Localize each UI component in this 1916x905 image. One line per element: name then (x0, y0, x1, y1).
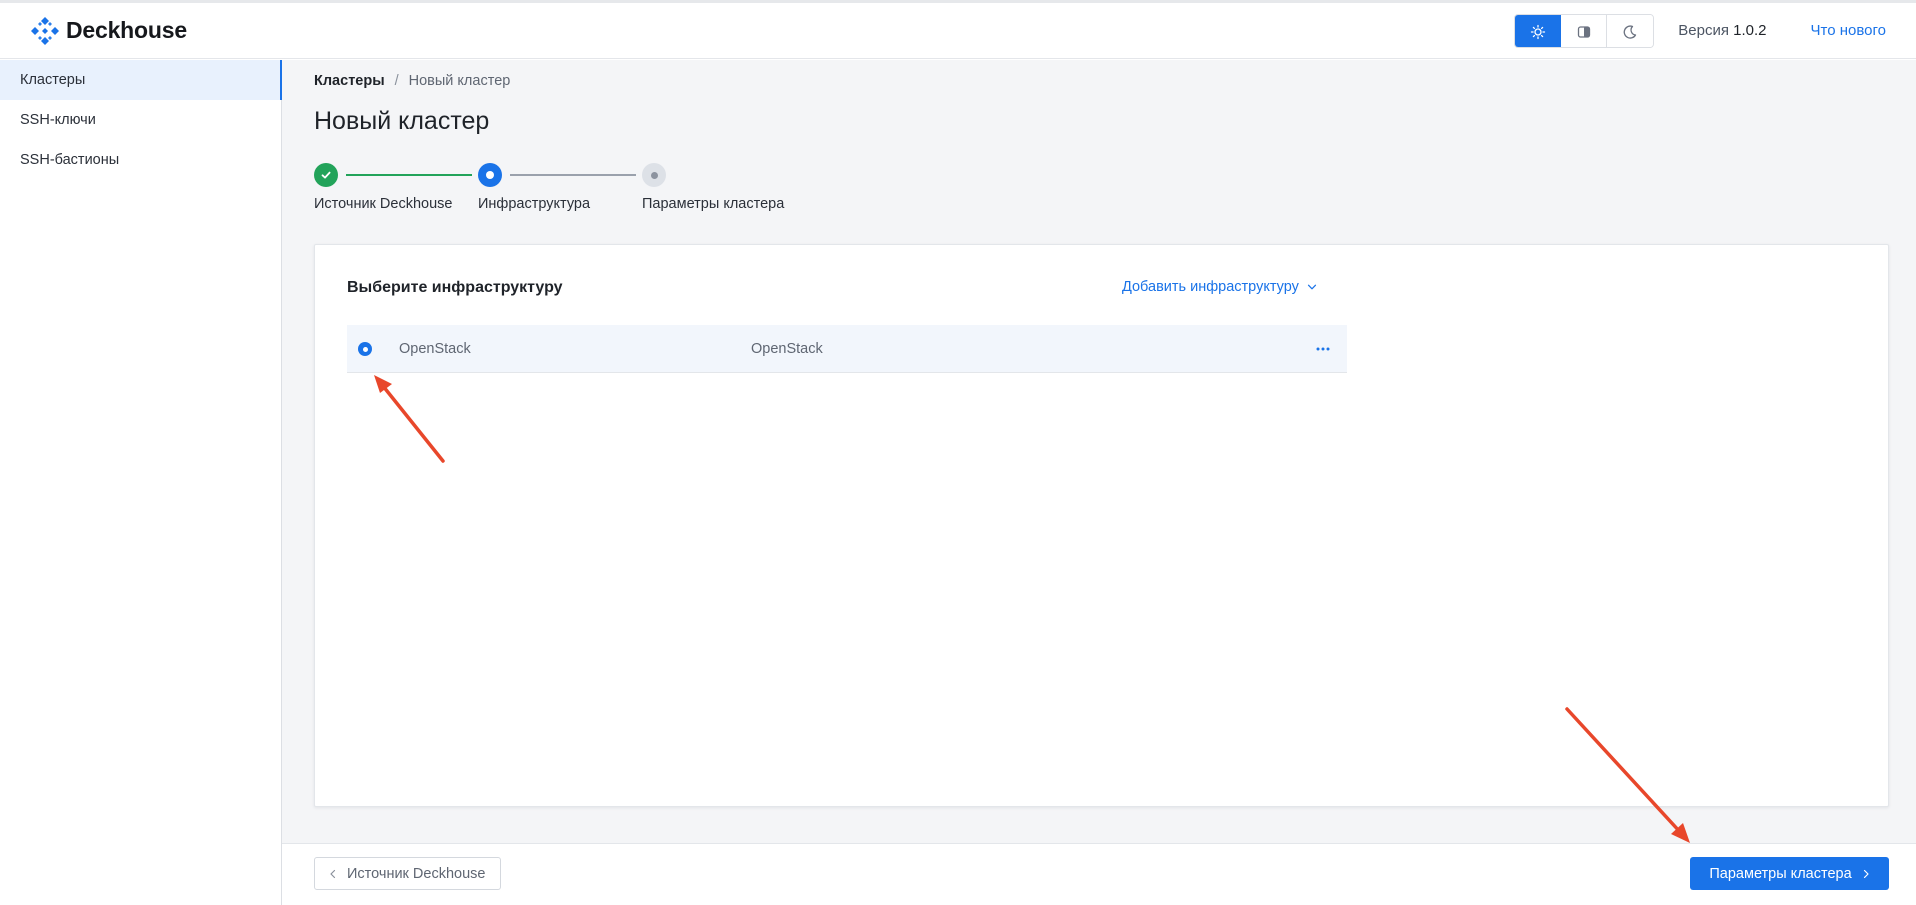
theme-switcher (1514, 13, 1655, 48)
wizard-stepper: Источник Deckhouse Инфраструктура Параме… (314, 163, 914, 223)
page-title: Новый кластер (314, 107, 490, 135)
app-header: Deckhouse Версия 1.0.2 Что нового (0, 3, 1916, 59)
moon-icon (1623, 24, 1637, 39)
breadcrumb: Кластеры / Новый кластер (314, 73, 510, 89)
breadcrumb-separator: / (394, 73, 399, 89)
chevron-down-icon (1307, 284, 1316, 290)
whats-new-link[interactable]: Что нового (1811, 22, 1886, 39)
sidebar-item-clusters[interactable]: Кластеры (0, 60, 282, 100)
app-window: Deckhouse Версия 1.0.2 Что нового Класте… (0, 3, 1916, 905)
breadcrumb-clusters-link[interactable]: Кластеры (314, 73, 385, 89)
sidebar-item-ssh-keys[interactable]: SSH-ключи (0, 100, 281, 140)
more-options-icon[interactable] (1315, 341, 1331, 357)
theme-light-button[interactable] (1515, 14, 1562, 47)
next-button[interactable]: Параметры кластера (1690, 857, 1889, 890)
system-icon (1577, 25, 1590, 38)
add-infrastructure-label: Добавить инфраструктуру (1122, 279, 1299, 295)
sidebar-item-label: SSH-бастионы (20, 152, 120, 168)
version-number: 1.0.2 (1733, 22, 1767, 39)
step-done-check-icon (314, 163, 338, 187)
theme-system-button[interactable] (1561, 14, 1608, 47)
sidebar-item-ssh-bastions[interactable]: SSH-бастионы (0, 140, 281, 180)
chevron-right-icon (1863, 869, 1869, 878)
infrastructure-name: OpenStack (399, 341, 471, 357)
logo[interactable]: Deckhouse (30, 16, 187, 46)
step-connector-done (346, 174, 472, 176)
step-pending-icon (642, 163, 666, 187)
step-label-cluster-params: Параметры кластера (642, 196, 785, 212)
chevron-left-icon (330, 869, 336, 878)
wizard-footer: Источник Deckhouse Параметры кластера (282, 843, 1916, 905)
breadcrumb-current: Новый кластер (408, 73, 511, 89)
brand-name: Deckhouse (66, 17, 187, 43)
sidebar-item-label: SSH-ключи (20, 112, 96, 128)
infrastructure-row[interactable]: OpenStack OpenStack (347, 325, 1347, 373)
step-label-infrastructure: Инфраструктура (478, 196, 591, 212)
sun-icon (1530, 24, 1545, 39)
version-info: Версия 1.0.2 (1678, 22, 1766, 39)
step-connector-pending (510, 174, 636, 176)
version-label: Версия (1678, 22, 1729, 39)
card-title: Выберите инфраструктуру (347, 279, 563, 296)
sidebar-item-label: Кластеры (20, 72, 86, 88)
sidebar: Кластеры SSH-ключи SSH-бастионы (0, 60, 282, 905)
step-current-icon (478, 163, 502, 187)
back-button-label: Источник Deckhouse (347, 865, 486, 882)
theme-dark-button[interactable] (1607, 14, 1654, 47)
step-label-source: Источник Deckhouse (314, 196, 453, 212)
header-actions: Версия 1.0.2 Что нового (1514, 3, 1916, 59)
main-content: Кластеры / Новый кластер Новый кластер И… (282, 60, 1916, 905)
infrastructure-radio[interactable] (358, 342, 372, 356)
deckhouse-logo-icon (31, 16, 59, 45)
infrastructure-provider: OpenStack (751, 341, 823, 357)
back-button[interactable]: Источник Deckhouse (314, 857, 502, 890)
next-button-label: Параметры кластера (1709, 865, 1852, 882)
infrastructure-card: Выберите инфраструктуру Добавить инфраст… (314, 244, 1889, 807)
add-infrastructure-dropdown[interactable]: Добавить инфраструктуру (1122, 279, 1317, 295)
